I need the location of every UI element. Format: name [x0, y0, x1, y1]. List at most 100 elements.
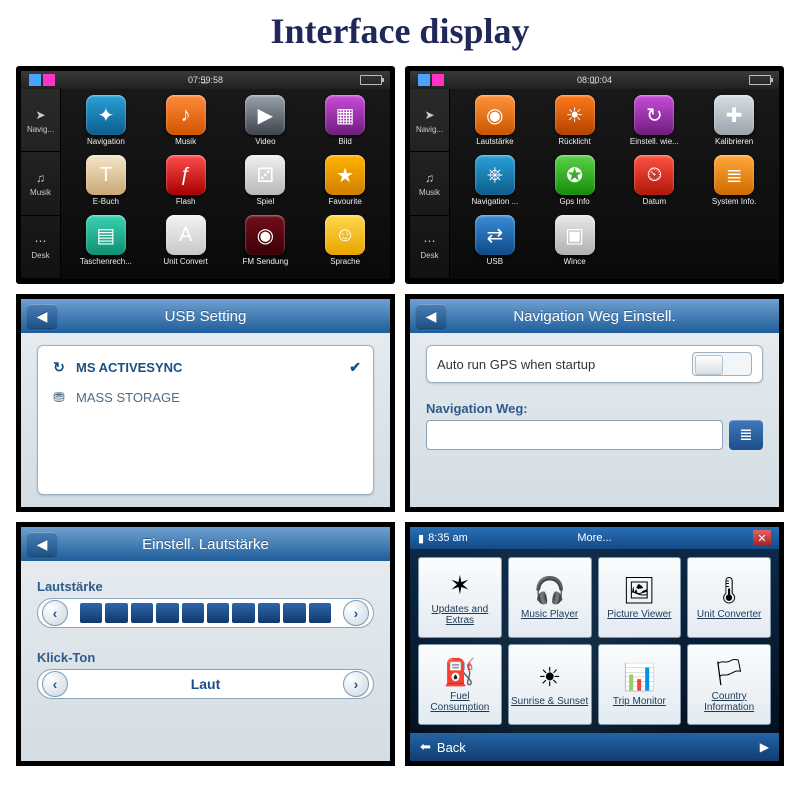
- app-launcher[interactable]: ✚Kalibrieren: [695, 95, 773, 153]
- more-tile[interactable]: 🏳Country Information: [687, 644, 771, 725]
- side-tab-label: Musik: [30, 188, 51, 197]
- click-tone-label: Klick-Ton: [37, 650, 374, 665]
- app-launcher[interactable]: ♪Musik: [147, 95, 225, 153]
- app-launcher[interactable]: ▶ Video: [227, 95, 305, 153]
- app-icon: ⇄: [475, 215, 515, 255]
- more-tile[interactable]: 🎧Music Player: [508, 557, 592, 638]
- app-launcher[interactable]: ◉FM Sendung: [227, 215, 305, 273]
- side-tab[interactable]: ➤Navig...: [21, 89, 60, 152]
- tile-icon: ⛽: [444, 657, 476, 688]
- side-tab[interactable]: ♫Musik: [410, 152, 449, 215]
- app-icon: ⚂: [245, 155, 285, 195]
- app-launcher[interactable]: ✦Navigation: [67, 95, 145, 153]
- app-launcher[interactable]: ƒFlash: [147, 155, 225, 213]
- volume-decrease-button[interactable]: ‹: [42, 600, 68, 626]
- app-launcher[interactable]: ⇄USB: [456, 215, 534, 273]
- app-launcher[interactable]: ✪Gps Info: [536, 155, 614, 213]
- app-launcher[interactable]: ▤Taschenrech...: [67, 215, 145, 273]
- more-tile[interactable]: 📊Trip Monitor: [598, 644, 682, 725]
- more-tile[interactable]: ☀Sunrise & Sunset: [508, 644, 592, 725]
- app-launcher[interactable]: AUnit Convert: [147, 215, 225, 273]
- nav-path-input[interactable]: [426, 420, 723, 450]
- volume-slider[interactable]: ‹ ›: [37, 598, 374, 628]
- tile-label: Country Information: [690, 691, 768, 713]
- app-icon: ♪: [166, 95, 206, 135]
- side-tab-icon: ♫: [422, 170, 438, 186]
- app-icon: ☺: [325, 215, 365, 255]
- back-button[interactable]: ⬅ Back: [420, 739, 466, 755]
- play-icon: ▶: [760, 740, 769, 754]
- app-label: Video: [255, 137, 275, 146]
- app-launcher[interactable]: ⎈Navigation ...: [456, 155, 534, 213]
- back-arrow-icon: ⬅: [420, 739, 431, 755]
- play-button[interactable]: ▶: [760, 740, 769, 754]
- usb-option[interactable]: ⛃MASS STORAGE: [48, 382, 363, 412]
- app-launcher[interactable]: ≣System Info.: [695, 155, 773, 213]
- app-grid: ◉Lautstärke☀Rücklicht↻Einstell. wie...✚K…: [450, 89, 779, 279]
- click-prev-button[interactable]: ‹: [42, 671, 68, 697]
- volume-segment: [156, 603, 178, 623]
- app-icon: ★: [325, 155, 365, 195]
- app-launcher[interactable]: TE-Buch: [67, 155, 145, 213]
- tile-label: Unit Converter: [697, 609, 761, 620]
- app-launcher[interactable]: ⏲Datum: [616, 155, 694, 213]
- chevron-right-icon: ›: [354, 605, 359, 621]
- side-column: ➤Navig...♫Musik⋯Desk: [410, 89, 450, 279]
- app-icon: ▦: [325, 95, 365, 135]
- volume-label: Lautstärke: [37, 579, 374, 594]
- tile-label: Fuel Consumption: [421, 691, 499, 713]
- app-launcher[interactable]: ↻Einstell. wie...: [616, 95, 694, 153]
- panel-header: ◀ USB Setting: [21, 299, 390, 333]
- app-label: Rücklicht: [558, 137, 590, 146]
- side-tab-label: Desk: [420, 251, 438, 260]
- volume-panel: ◀ Einstell. Lautstärke Lautstärke ‹ › Kl…: [16, 522, 395, 766]
- app-launcher[interactable]: ⚂Spiel: [227, 155, 305, 213]
- autorun-label: Auto run GPS when startup: [437, 357, 595, 372]
- chevron-left-icon: ◀: [37, 308, 48, 325]
- more-tile[interactable]: ⛽ Fuel Consumption: [418, 644, 502, 725]
- more-tile[interactable]: ✶Updates and Extras: [418, 557, 502, 638]
- tile-icon: 🖼: [623, 575, 656, 606]
- app-launcher[interactable]: ☺Sprache: [306, 215, 384, 273]
- app-icon: ▶: [245, 95, 285, 135]
- autorun-toggle[interactable]: [692, 352, 752, 376]
- back-button[interactable]: ◀: [27, 532, 57, 556]
- status-swatch: [29, 74, 41, 86]
- back-button[interactable]: ◀: [416, 304, 446, 328]
- app-label: Einstell. wie...: [630, 137, 679, 146]
- tile-label: Music Player: [521, 609, 578, 620]
- app-label: System Info.: [712, 197, 756, 206]
- side-column: ➤Navig...♫Musik⋯Desk: [21, 89, 61, 279]
- side-tab[interactable]: ♫Musik: [21, 152, 60, 215]
- more-tile[interactable]: 🌡Unit Converter: [687, 557, 771, 638]
- status-icon: ▮: [418, 532, 424, 545]
- home-panel-2: 08:00:04 ⟂ ➤Navig...♫Musik⋯Desk ◉Lautstä…: [405, 66, 784, 284]
- autorun-row[interactable]: Auto run GPS when startup: [426, 345, 763, 383]
- app-label: Navigation: [87, 137, 125, 146]
- more-tile[interactable]: 🖼Picture Viewer: [598, 557, 682, 638]
- app-launcher[interactable]: ▦Bild: [306, 95, 384, 153]
- volume-segment: [80, 603, 102, 623]
- app-launcher[interactable]: ◉Lautstärke: [456, 95, 534, 153]
- side-tab[interactable]: ⋯Desk: [21, 216, 60, 279]
- browse-button[interactable]: ≣: [729, 420, 763, 450]
- side-tab[interactable]: ⋯Desk: [410, 216, 449, 279]
- usb-option[interactable]: ↻MS ACTIVESYNC✔: [48, 352, 363, 382]
- app-label: FM Sendung: [242, 257, 288, 266]
- click-next-button[interactable]: ›: [343, 671, 369, 697]
- back-label: Back: [437, 740, 466, 755]
- close-button[interactable]: ✕: [753, 530, 771, 546]
- click-tone-selector[interactable]: ‹ Laut ›: [37, 669, 374, 699]
- usb-setting-panel: ◀ USB Setting ↻MS ACTIVESYNC✔⛃MASS STORA…: [16, 294, 395, 512]
- option-icon: ⛃: [50, 388, 68, 406]
- volume-increase-button[interactable]: ›: [343, 600, 369, 626]
- volume-segment: [258, 603, 280, 623]
- chevron-left-icon: ◀: [37, 536, 48, 553]
- back-button[interactable]: ◀: [27, 304, 57, 328]
- side-tab[interactable]: ➤Navig...: [410, 89, 449, 152]
- chevron-right-icon: ›: [354, 676, 359, 692]
- app-icon: A: [166, 215, 206, 255]
- app-launcher[interactable]: ☀Rücklicht: [536, 95, 614, 153]
- app-launcher[interactable]: ★Favourite: [306, 155, 384, 213]
- app-launcher[interactable]: ▣Wince: [536, 215, 614, 273]
